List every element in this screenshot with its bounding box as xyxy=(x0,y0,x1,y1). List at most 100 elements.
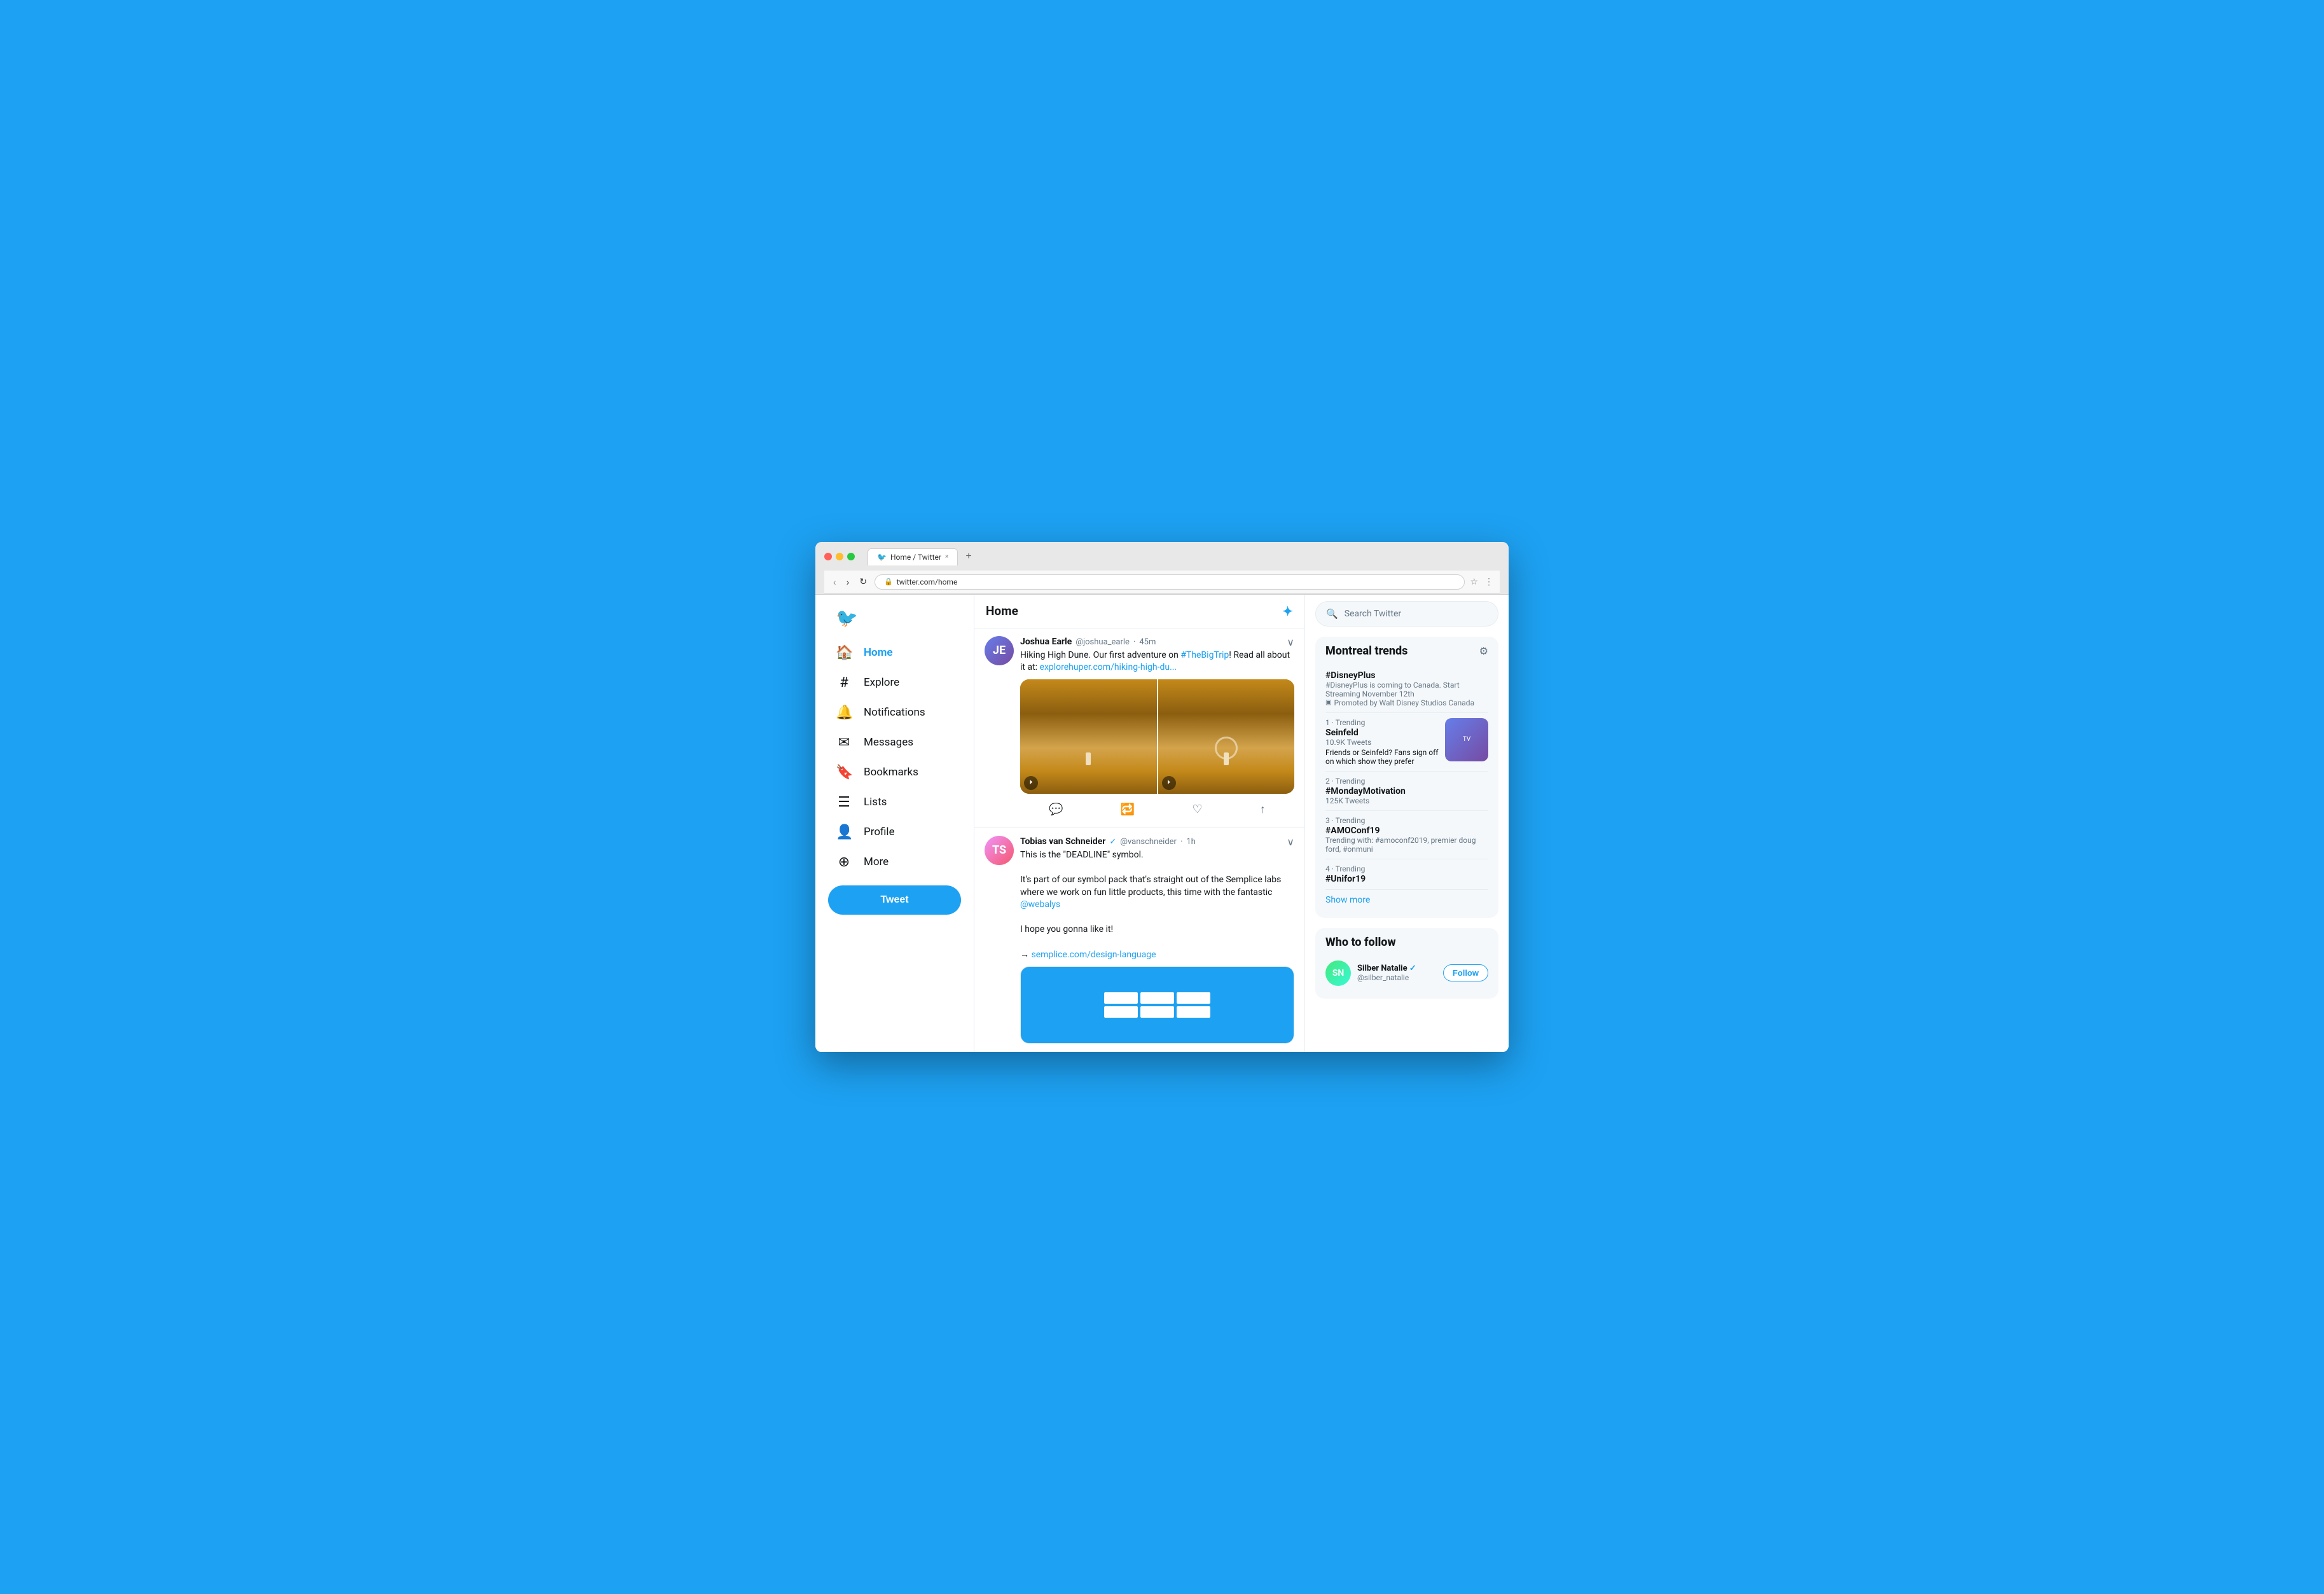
tweet2-avatar[interactable]: TS xyxy=(985,836,1014,865)
tweet2-avatar-initials: TS xyxy=(985,836,1014,865)
maximize-window-button[interactable] xyxy=(847,553,855,560)
sidebar-item-notifications[interactable]: 🔔 Notifications xyxy=(828,698,961,727)
desert-image-left xyxy=(1020,679,1157,794)
tweet2-verified-badge: ✓ xyxy=(1109,837,1116,847)
tweet1-image-right[interactable]: ⏵ xyxy=(1158,679,1295,794)
card-cell-6 xyxy=(1177,1006,1210,1018)
trend-item-disneyplus[interactable]: #DisneyPlus #DisneyPlus is coming to Can… xyxy=(1325,665,1488,713)
trend-disneyplus-desc: #DisneyPlus is coming to Canada. Start S… xyxy=(1325,681,1488,698)
trend-unifor-meta: 4 · Trending xyxy=(1325,864,1488,873)
tweet1-text: Hiking High Dune. Our first adventure on… xyxy=(1020,649,1294,674)
tweet1-reply-button[interactable]: 💬 xyxy=(1045,799,1067,820)
back-button[interactable]: ‹ xyxy=(831,576,839,588)
sidebar-item-explore[interactable]: # Explore xyxy=(828,669,961,697)
tweet2-card[interactable] xyxy=(1020,966,1294,1044)
tweet2-item: TS Tobias van Schneider ✓ @vanschneider … xyxy=(974,828,1304,1052)
trends-box: Montreal trends ⚙ #DisneyPlus #DisneyPlu… xyxy=(1315,637,1498,918)
sidebar-item-more[interactable]: ⊕ More xyxy=(828,848,961,877)
tweet2-more-icon[interactable]: ∨ xyxy=(1287,836,1294,848)
search-box[interactable]: 🔍 Search Twitter xyxy=(1315,601,1498,627)
feed-header: Home ✦ xyxy=(974,595,1304,628)
minimize-window-button[interactable] xyxy=(836,553,843,560)
tweet2-line4: → semplice.com/design-language xyxy=(1020,949,1294,962)
sidebar-item-home-label: Home xyxy=(864,646,893,659)
sparkle-icon[interactable]: ✦ xyxy=(1282,604,1293,619)
address-bar: ‹ › ↻ 🔒 twitter.com/home ☆ ⋮ xyxy=(824,571,1500,594)
tweet1-more-icon[interactable]: ∨ xyxy=(1287,636,1294,648)
trends-settings-icon[interactable]: ⚙ xyxy=(1479,645,1488,657)
tweet2-mention-link[interactable]: @webalys xyxy=(1020,899,1060,910)
tab-bar: 🐦 Home / Twitter × + xyxy=(868,548,977,565)
trends-title: Montreal trends xyxy=(1325,644,1408,658)
sidebar-item-messages-label: Messages xyxy=(864,736,913,749)
sidebar-item-profile[interactable]: 👤 Profile xyxy=(828,818,961,847)
tweet2-card-inner xyxy=(1021,967,1294,1043)
tweet1-like-button[interactable]: ♡ xyxy=(1188,799,1206,820)
refresh-button[interactable]: ↻ xyxy=(857,575,869,588)
trend-item-amoconf[interactable]: 3 · Trending #AMOConf19 Trending with: #… xyxy=(1325,811,1488,859)
sidebar-item-lists[interactable]: ☰ Lists xyxy=(828,788,961,817)
tweet-item: JE Joshua Earle @joshua_earle · 45m ∨ Hi… xyxy=(974,628,1304,828)
tweet1-hashtag-link[interactable]: #TheBigTrip xyxy=(1180,650,1229,660)
sidebar-item-bookmarks[interactable]: 🔖 Bookmarks xyxy=(828,758,961,787)
bookmark-star-icon[interactable]: ☆ xyxy=(1470,577,1478,587)
tweet1-author-info: Joshua Earle @joshua_earle · 45m xyxy=(1020,637,1156,647)
trend-monday-meta: 2 · Trending xyxy=(1325,777,1488,786)
tweet2-header: Tobias van Schneider ✓ @vanschneider · 1… xyxy=(1020,836,1294,848)
tab-title: Home / Twitter xyxy=(890,553,941,562)
tweet1-url-link[interactable]: explorehuper.com/hiking-high-du... xyxy=(1040,662,1177,672)
close-window-button[interactable] xyxy=(824,553,832,560)
url-text: twitter.com/home xyxy=(897,578,958,586)
tweet1-content: Joshua Earle @joshua_earle · 45m ∨ Hikin… xyxy=(1020,636,1294,820)
browser-tab-active[interactable]: 🐦 Home / Twitter × xyxy=(868,548,958,565)
card-grid xyxy=(1094,982,1221,1028)
show-more-link[interactable]: Show more xyxy=(1325,890,1488,910)
url-bar[interactable]: 🔒 twitter.com/home xyxy=(875,574,1465,590)
tweet1-avatar[interactable]: JE xyxy=(985,636,1014,665)
desert-image-right xyxy=(1158,679,1295,794)
trend-item-seinfeld[interactable]: 1 · Trending Seinfeld 10.9K Tweets Frien… xyxy=(1325,713,1488,772)
tweet1-image-left[interactable]: ⏵ xyxy=(1020,679,1157,794)
sidebar-item-messages[interactable]: ✉ Messages xyxy=(828,728,961,757)
tweet2-url-link[interactable]: semplice.com/design-language xyxy=(1031,950,1156,960)
tweet1-retweet-button[interactable]: 🔁 xyxy=(1117,799,1138,820)
card-cell-5 xyxy=(1140,1006,1174,1018)
tweet2-text: This is the "DEADLINE" symbol. It's part… xyxy=(1020,849,1294,961)
tweet1-img-overlay-left: ⏵ xyxy=(1024,776,1038,790)
profile-icon: 👤 xyxy=(836,824,852,840)
tweet1-share-button[interactable]: ↑ xyxy=(1256,799,1269,820)
tweet2-line1: This is the "DEADLINE" symbol. xyxy=(1020,849,1294,862)
explore-icon: # xyxy=(836,675,852,691)
sidebar-item-explore-label: Explore xyxy=(864,676,899,689)
browser-window: 🐦 Home / Twitter × + ‹ › ↻ 🔒 twitter.com… xyxy=(815,542,1509,1053)
promoted-icon: ▣ xyxy=(1325,699,1331,706)
tweet1-actions: 💬 🔁 ♡ ↑ xyxy=(1020,799,1294,820)
avatar-initials: JE xyxy=(985,636,1014,665)
sidebar-item-bookmarks-label: Bookmarks xyxy=(864,766,918,779)
forward-button[interactable]: › xyxy=(844,576,852,588)
trend-item-unifor[interactable]: 4 · Trending #Unifor19 xyxy=(1325,859,1488,890)
tweet1-header: Joshua Earle @joshua_earle · 45m ∨ xyxy=(1020,636,1294,648)
trend-seinfeld-name: Seinfeld xyxy=(1325,728,1439,738)
new-tab-button[interactable]: + xyxy=(960,548,976,565)
card-cell-2 xyxy=(1140,992,1174,1004)
browser-menu-icon[interactable]: ⋮ xyxy=(1484,577,1493,587)
trend-seinfeld-sub: Friends or Seinfeld? Fans sign off on wh… xyxy=(1325,748,1439,766)
feed-title: Home xyxy=(986,604,1018,618)
trend-seinfeld-thumb: TV xyxy=(1445,718,1488,761)
trends-header: Montreal trends ⚙ xyxy=(1325,644,1488,658)
trend-item-mondaymotivation[interactable]: 2 · Trending #MondayMotivation 125K Twee… xyxy=(1325,772,1488,811)
trend-amoconf-meta: 3 · Trending xyxy=(1325,816,1488,825)
trend-disneyplus-promoted: ▣ Promoted by Walt Disney Studios Canada xyxy=(1325,698,1488,707)
follow-item: SN Silber Natalie ✓ @silber_natalie Foll… xyxy=(1325,955,1488,991)
twitter-favicon: 🐦 xyxy=(877,553,887,562)
tweet1-dot: · xyxy=(1133,637,1135,647)
follow-verified-badge: ✓ xyxy=(1409,964,1416,973)
lock-icon: 🔒 xyxy=(884,578,893,586)
follow-button[interactable]: Follow xyxy=(1443,964,1488,981)
tab-close-button[interactable]: × xyxy=(945,553,948,560)
home-icon: 🏠 xyxy=(836,645,852,661)
sidebar-item-home[interactable]: 🏠 Home xyxy=(828,639,961,667)
tweet1-images: ⏵ ⏵ xyxy=(1020,679,1294,794)
tweet-button[interactable]: Tweet xyxy=(828,885,961,915)
